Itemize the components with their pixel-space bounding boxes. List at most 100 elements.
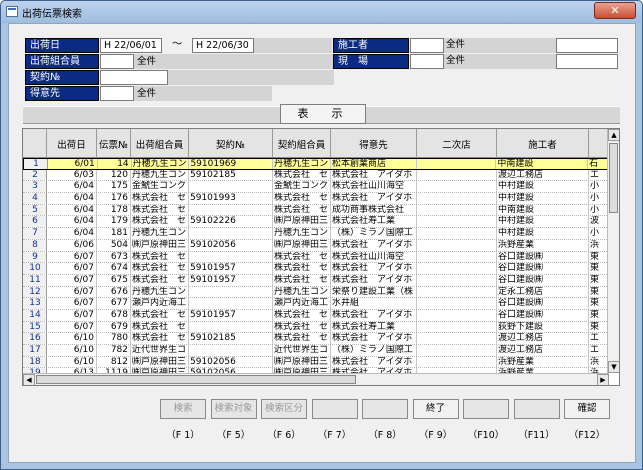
fkey-search: 検索 （F 1） (160, 399, 206, 441)
search-target-button[interactable]: 検索対象 (210, 399, 257, 419)
table-row[interactable]: 5 6/04 178 株式会社 セ株式会社 セ成功商事株式会社 中南建設小 (23, 204, 609, 217)
table-cell: 181 (97, 228, 131, 239)
site-code-input[interactable] (410, 54, 444, 69)
header-slip-no[interactable]: 伝票№ (97, 129, 131, 158)
table-cell (417, 216, 497, 228)
table-row[interactable]: 8 6/06 504 ㈱戸原神田三 59102056 ㈱戸原神田三 株式会社 アイダホ 浜野産… (23, 239, 609, 252)
fkey-label: （F11） (518, 430, 555, 441)
table-cell (417, 309, 497, 321)
horizontal-scrollbar[interactable]: ◀ ▶ (23, 373, 609, 385)
table-cell: 定永工務店 (497, 286, 589, 298)
table-cell: 株式会社山川海空 (331, 251, 417, 263)
table-row[interactable]: 13 6/07 677 瀬戸内近海工 瀬戸内近海工 水井組 谷口建設㈱東 (23, 298, 609, 310)
table-cell: 中村建設 (497, 181, 589, 193)
table-cell: 6/10 (47, 333, 97, 344)
header-extra[interactable] (589, 129, 609, 158)
table-cell: 176 (97, 193, 131, 204)
header-builder[interactable]: 施工者 (497, 129, 589, 158)
header-secondary-store[interactable]: 二次店 (417, 129, 497, 158)
table-cell: ㈱戸原神田三 (131, 239, 189, 251)
ship-date-label: 出荷日 (25, 38, 99, 53)
table-row[interactable]: 7 6/04 181 丹穂九生コン 丹穂九生コン （株）ミラノ国際工 中村建設小 (23, 228, 609, 240)
table-cell: 丹穂九生コン (131, 286, 189, 298)
table-cell: エ (589, 169, 609, 181)
f11-button[interactable] (513, 399, 560, 419)
header-ship-union[interactable]: 出荷組合員 (131, 129, 189, 158)
table-cell: 株式会社 セ (131, 274, 189, 286)
union-value: 全件 (134, 54, 334, 69)
confirm-button[interactable]: 確認 (564, 399, 610, 419)
table-row[interactable]: 9 6/07 673 株式会社 セ株式会社 セ株式会社山川海空 谷口建設㈱東 (23, 251, 609, 264)
vertical-scroll-thumb[interactable] (609, 143, 618, 213)
table-cell: 波 (589, 216, 609, 228)
search-type-button[interactable]: 検索区分 (261, 399, 307, 419)
table-row[interactable]: 10 6/07 674 株式会社 セ 59101957 株式会社 セ株式会社 アイダホ 谷口… (23, 263, 609, 275)
scroll-right-icon[interactable]: ▶ (597, 374, 609, 385)
ship-date-to-input[interactable]: H 22/06/30 (192, 38, 254, 53)
scroll-left-icon[interactable]: ◀ (23, 374, 35, 385)
table-row[interactable]: 11 6/07 675 株式会社 セ 59101957 株式会社 セ株式会社 アイダホ 谷口… (23, 274, 609, 287)
site-label: 現 場 (333, 54, 409, 69)
row-number: 1 (24, 159, 48, 169)
header-contract-union[interactable]: 契約組合員 (273, 129, 331, 158)
table-cell (417, 169, 497, 181)
contract-label: 契約№ (25, 70, 99, 85)
table-cell: 6/10 (47, 356, 97, 368)
table-cell: 株式会社 セ (131, 216, 189, 228)
table-row[interactable]: 17 6/10 782 近代世界生コ 近代世界生コ （株）ミラノ国際工 渡辺工務店エ (23, 345, 609, 357)
close-button[interactable]: ✕ (594, 2, 636, 19)
table-cell: 谷口建設㈱ (497, 298, 589, 309)
ship-date-from-input[interactable]: H 22/06/01 (100, 38, 162, 53)
table-cell: 59102226 (189, 216, 273, 228)
table-cell: エ (589, 333, 609, 344)
table-cell: 株式会社 アイダホ (331, 333, 417, 344)
table-row[interactable]: 6 6/04 179 株式会社 セ 59102226 ㈱戸原神田三 株式会社寿工業 中村建設波 (23, 216, 609, 229)
table-cell: 175 (97, 181, 131, 193)
table-row[interactable]: 18 6/10 812 ㈱戸原神田三 59102056 ㈱戸原神田三 株式会社 アイダホ 浜野… (23, 356, 609, 369)
table-cell: 丹穂九生コン (131, 228, 189, 239)
table-cell: 59102056 (189, 239, 273, 251)
search-button[interactable]: 検索 (160, 399, 206, 419)
customer-code-input[interactable] (100, 86, 134, 101)
table-row[interactable]: 1 6/01 14 丹穂九生コン 59101969 丹穂九生コン 松本創業商店 中南建設石 (23, 158, 609, 170)
table-cell: 丹穂九生コン (273, 159, 331, 169)
table-cell: ㈱戸原神田三 (131, 356, 189, 368)
table-cell: 金鯱生コンク (273, 181, 331, 193)
f10-button[interactable] (463, 399, 509, 419)
horizontal-scroll-thumb[interactable] (36, 375, 356, 384)
scroll-down-icon[interactable]: ▼ (608, 361, 619, 373)
table-cell: 浜野産業 (497, 239, 589, 251)
display-button[interactable]: 表 示 (280, 104, 366, 124)
table-cell (417, 181, 497, 193)
union-code-input[interactable] (100, 54, 134, 69)
exit-button[interactable]: 終了 (412, 399, 459, 419)
table-row[interactable]: 12 6/07 676 丹穂九生コン 丹穂九生コン 栄祭り建設工業（株 定永工務店東 (23, 286, 609, 299)
builder-extra-input[interactable] (556, 38, 618, 53)
header-ship-date[interactable]: 出荷日 (47, 129, 97, 158)
row-number: 6 (23, 216, 47, 228)
vertical-scrollbar[interactable]: ▲ ▼ (607, 129, 619, 373)
table-row[interactable]: 2 6/03 120 丹穂九生コン 59102185 株式会社 セ株式会社 アイダホ 渡辺工… (23, 169, 609, 182)
table-cell: 6/07 (47, 298, 97, 309)
table-row[interactable]: 16 6/10 780 株式会社 セ 59102185 株式会社 セ株式会社 アイダホ 渡辺… (23, 333, 609, 345)
table-row[interactable]: 14 6/07 678 株式会社 セ 59101957 株式会社 セ株式会社 アイダホ 谷口… (23, 309, 609, 322)
table-row[interactable]: 15 6/07 679 株式会社 セ株式会社 セ株式会社寿工業 荻野下建設東 (23, 321, 609, 334)
table-row[interactable]: 4 6/04 176 株式会社 セ 59101993 株式会社 セ株式会社 アイダホ 中村建… (23, 193, 609, 205)
table-cell: 株式会社 セ (131, 251, 189, 263)
site-extra-input[interactable] (556, 54, 618, 69)
header-corner (23, 129, 47, 158)
table-cell: 株式会社 アイダホ (331, 239, 417, 251)
scroll-up-icon[interactable]: ▲ (608, 129, 619, 141)
table-row[interactable]: 3 6/04 175 金鯱生コンク 金鯱生コンク 株式会社山川海空 中村建設小 (23, 181, 609, 194)
f8-button[interactable] (362, 399, 408, 419)
header-contract-no[interactable]: 契約№ (189, 129, 273, 158)
table-cell: 59101969 (189, 159, 274, 169)
slip-grid[interactable]: 出荷日 伝票№ 出荷組合員 契約№ 契約組合員 得意先 二次店 施工者 1 6/0… (22, 128, 620, 386)
contract-input[interactable] (100, 70, 168, 85)
table-cell: 6/01 (48, 159, 98, 169)
header-customer[interactable]: 得意先 (331, 129, 417, 158)
f7-button[interactable] (311, 399, 358, 419)
table-cell (189, 228, 273, 239)
builder-code-input[interactable] (410, 38, 444, 53)
table-cell: 浜野産業 (497, 356, 589, 368)
